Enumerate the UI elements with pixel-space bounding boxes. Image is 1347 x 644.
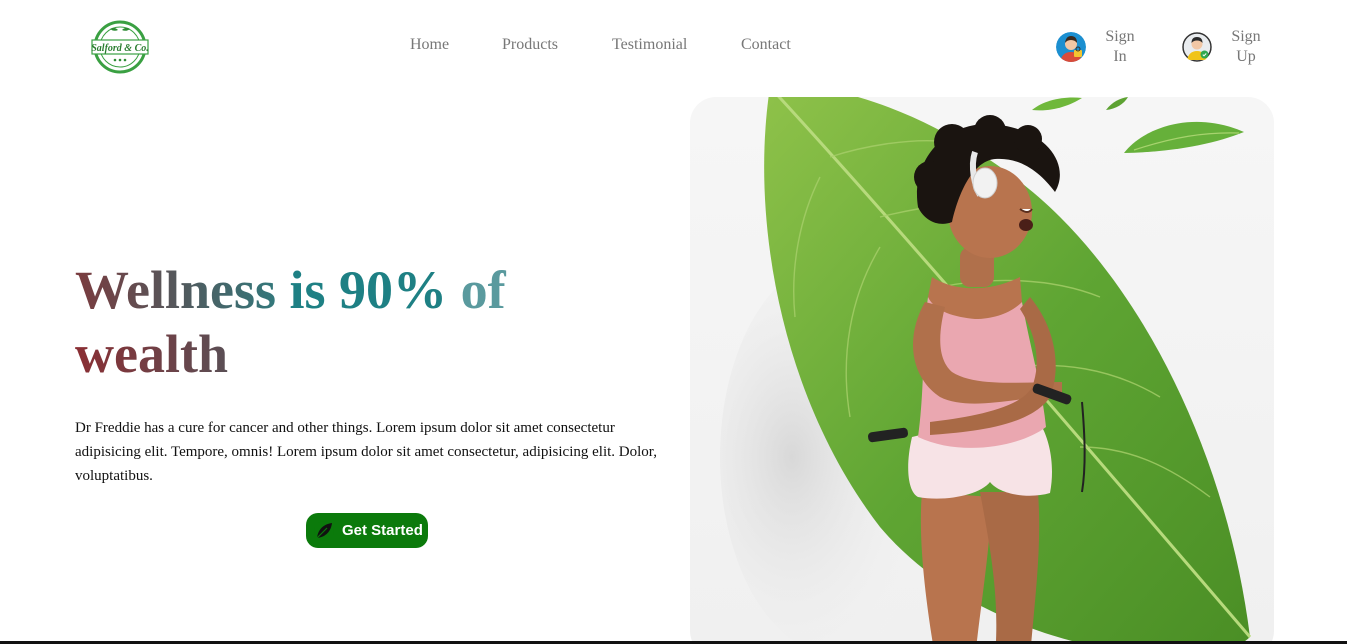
sign-up-button[interactable]: Sign Up [1182,27,1270,67]
nav-home[interactable]: Home [410,36,449,54]
user-signin-icon [1056,32,1086,62]
headline-is-90: is 90% [289,260,461,320]
nav-testimonial[interactable]: Testimonial [612,36,687,54]
sign-in-label: Sign In [1096,27,1144,67]
leaf-icon [314,520,334,541]
headline-wellness: Wellness [75,260,290,320]
woman-with-leaf-illustration [720,97,1252,644]
get-started-button[interactable]: Get Started [306,513,428,548]
headline-wealth: wealth [75,324,228,384]
hero-headline: Wellness is 90% of wealth [75,258,635,386]
sign-up-label: Sign Up [1222,27,1270,67]
user-signup-icon [1182,32,1212,62]
sign-up-line1: Sign [1231,28,1261,45]
nav-contact[interactable]: Contact [741,36,791,54]
sign-in-line2: In [1113,48,1127,65]
sign-up-line2: Up [1236,48,1256,65]
hero-description: Dr Freddie has a cure for cancer and oth… [75,420,657,484]
sign-in-button[interactable]: Sign In [1056,27,1144,67]
hero-image [690,97,1274,644]
get-started-label: Get Started [342,522,423,539]
brand-name: Salford & Co. [91,43,149,54]
nav-products[interactable]: Products [502,36,558,54]
floating-leaves [1032,97,1244,153]
sign-in-line1: Sign [1105,28,1135,45]
headline-of: of [460,260,506,320]
salford-logo-icon: Salford & Co. [91,20,149,74]
brand-logo[interactable]: Salford & Co. [88,20,152,74]
